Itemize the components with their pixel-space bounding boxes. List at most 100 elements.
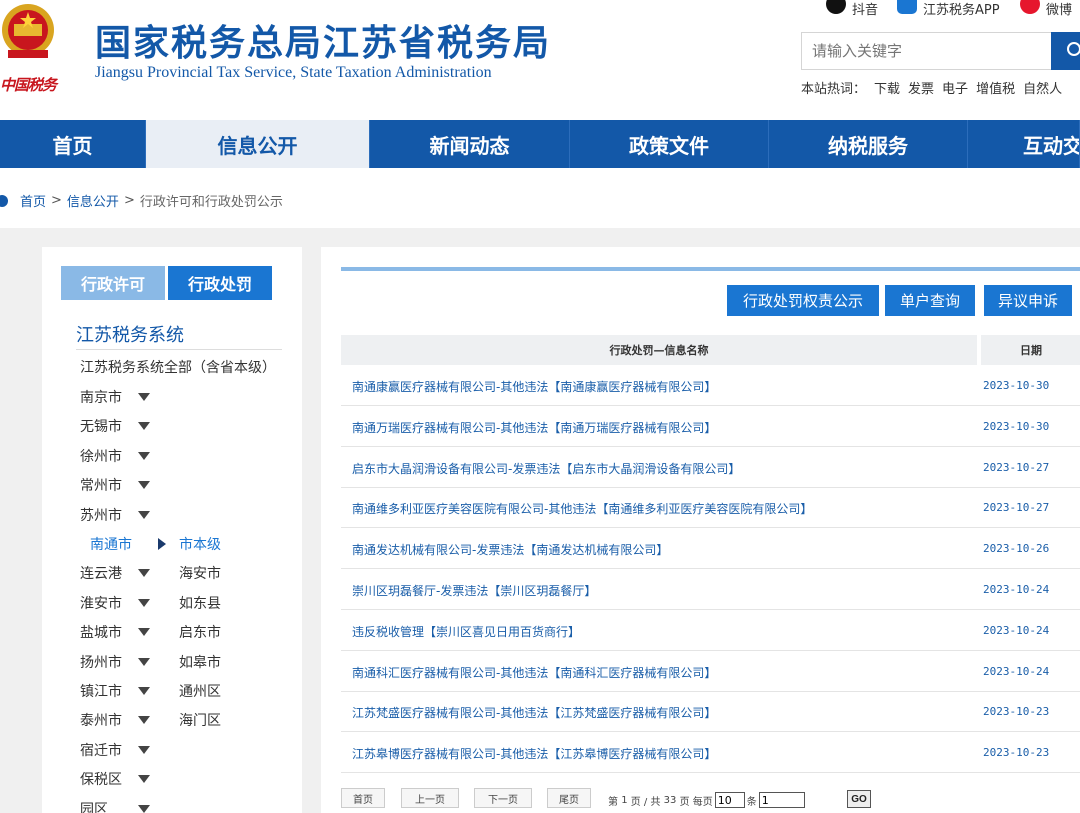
appeal-button[interactable]: 异议申诉: [984, 285, 1072, 316]
sidebar-city-item[interactable]: 宿迁市: [80, 740, 122, 760]
douyin-icon: [826, 0, 846, 14]
penalty-item-link[interactable]: 江苏梵盛医疗器械有限公司-其他违法【江苏梵盛医疗器械有限公司】: [352, 704, 716, 721]
pager-first-button[interactable]: 首页: [341, 788, 385, 808]
hot-words: 本站热词： 下载 发票 电子 增值税 自然人: [801, 78, 1062, 97]
sidebar-city-item[interactable]: 南京市: [80, 387, 122, 407]
single-query-button[interactable]: 单户查询: [885, 285, 975, 316]
sidebar-sub-item[interactable]: 如东县: [179, 593, 221, 613]
search-button[interactable]: [1051, 32, 1080, 70]
sidebar-sub-item[interactable]: 海安市: [179, 563, 221, 583]
site-title[interactable]: 国家税务总局江苏省税务局: [95, 14, 551, 66]
sidebar-sub-item[interactable]: 如皋市: [179, 652, 221, 672]
hot-word[interactable]: 下载: [874, 78, 900, 97]
hot-word[interactable]: 电子: [942, 78, 968, 97]
goto-page-input[interactable]: [758, 792, 805, 808]
caret-down-icon[interactable]: [138, 687, 150, 695]
table-row: 违反税收管理【崇川区喜见日用百货商行】 2023-10-24: [341, 610, 1080, 651]
table-row: 南通万瑞医疗器械有限公司-其他违法【南通万瑞医疗器械有限公司】 2023-10-3…: [341, 406, 1080, 447]
penalty-item-link[interactable]: 南通康赢医疗器械有限公司-其他违法【南通康赢医疗器械有限公司】: [352, 378, 716, 395]
penalty-item-link[interactable]: 崇川区玥磊餐厅-发票违法【崇川区玥磊餐厅】: [352, 582, 596, 599]
weibo-icon: [1020, 0, 1040, 14]
hot-word[interactable]: 发票: [908, 78, 934, 97]
pager-prev-button[interactable]: 上一页: [401, 788, 459, 808]
sidebar-city-item[interactable]: 园区: [80, 799, 108, 813]
nav-home[interactable]: 首页: [0, 120, 146, 168]
penalty-item-link[interactable]: 违反税收管理【崇川区喜见日用百货商行】: [352, 623, 580, 640]
sidebar-city-item[interactable]: 镇江市: [80, 681, 122, 701]
pager-per-page-label: 页 每页: [679, 796, 713, 808]
sidebar-sub-item[interactable]: 海门区: [179, 710, 221, 730]
sidebar-city-item[interactable]: 无锡市: [80, 416, 122, 436]
sidebar-city-item[interactable]: 淮安市: [80, 593, 122, 613]
search-input[interactable]: [801, 32, 1051, 70]
main-panel: 行政处罚权责公示 单户查询 异议申诉 行政处罚—信息名称 日期 南通康赢医疗器械…: [321, 247, 1080, 813]
sidebar-item-all[interactable]: 江苏税务系统全部（含省本级）: [80, 357, 276, 377]
sidebar-sub-item[interactable]: 通州区: [179, 681, 221, 701]
sidebar-city-item[interactable]: 扬州市: [80, 652, 122, 672]
sidebar-city-item[interactable]: 徐州市: [80, 446, 122, 466]
caret-down-icon[interactable]: [138, 745, 150, 754]
penalty-power-list-button[interactable]: 行政处罚权责公示: [727, 285, 879, 316]
breadcrumb: 首页 > 信息公开 > 行政许可和行政处罚公示: [0, 191, 283, 210]
sidebar-city-item[interactable]: 盐城市: [80, 622, 122, 642]
sidebar-sub-item[interactable]: 启东市: [179, 622, 221, 642]
hot-word[interactable]: 增值税: [976, 78, 1015, 97]
caret-down-icon[interactable]: [138, 657, 150, 666]
per-page-input[interactable]: [714, 792, 745, 808]
nav-info-disclosure[interactable]: 信息公开: [146, 120, 370, 168]
caret-down-icon[interactable]: [138, 481, 150, 490]
penalty-item-link[interactable]: 南通发达机械有限公司-发票违法【南通发达机械有限公司】: [352, 541, 668, 558]
table-row: 南通维多利亚医疗美容医院有限公司-其他违法【南通维多利亚医疗美容医院有限公司】 2…: [341, 487, 1080, 529]
sidebar-city-item[interactable]: 苏州市: [80, 505, 122, 525]
sidebar-sub-item[interactable]: 市本级: [179, 534, 221, 554]
nav-tax-service[interactable]: 纳税服务: [769, 120, 968, 168]
sidebar-city-item[interactable]: 泰州市: [80, 710, 122, 730]
caret-down-icon[interactable]: [138, 451, 150, 460]
nav-news[interactable]: 新闻动态: [370, 120, 570, 168]
go-button[interactable]: GO: [847, 790, 871, 808]
weibo-label: 微博: [1046, 2, 1073, 18]
douyin-link[interactable]: 抖音: [826, 0, 878, 18]
tab-admin-penalty[interactable]: 行政处罚: [168, 266, 272, 300]
penalty-item-link[interactable]: 南通科汇医疗器械有限公司-其他违法【南通科汇医疗器械有限公司】: [352, 664, 716, 681]
nav-policy[interactable]: 政策文件: [570, 120, 769, 168]
penalty-item-link[interactable]: 南通维多利亚医疗美容医院有限公司-其他违法【南通维多利亚医疗美容医院有限公司】: [352, 500, 812, 517]
tab-admin-license[interactable]: 行政许可: [61, 266, 165, 300]
pager-info: 第 1 页 / 共 33 页 每页 条: [608, 792, 807, 808]
caret-down-icon[interactable]: [138, 510, 150, 519]
penalty-item-link[interactable]: 江苏皋博医疗器械有限公司-其他违法【江苏皋博医疗器械有限公司】: [352, 745, 716, 762]
hot-word[interactable]: 自然人: [1023, 78, 1062, 97]
sidebar-city-item[interactable]: 南通市: [90, 534, 132, 554]
pager-next-button[interactable]: 下一页: [474, 788, 532, 808]
penalty-item-date: 2023-10-27: [983, 460, 1050, 474]
caret-down-icon[interactable]: [138, 422, 150, 431]
sidebar-city-item[interactable]: 常州市: [80, 475, 122, 495]
nav-interaction[interactable]: 互动交: [968, 120, 1080, 168]
pager-last-button[interactable]: 尾页: [547, 788, 591, 808]
pager-page-mid: 页 / 共: [630, 796, 661, 808]
site-header: 中国税务 国家税务总局江苏省税务局 Jiangsu Provincial Tax…: [0, 0, 1080, 120]
penalty-item-date: 2023-10-26: [983, 542, 1050, 556]
breadcrumb-section[interactable]: 信息公开: [67, 191, 119, 210]
sidebar-city-item[interactable]: 连云港: [80, 563, 122, 583]
breadcrumb-home[interactable]: 首页: [20, 191, 46, 210]
penalty-item-date: 2023-10-27: [983, 501, 1050, 515]
penalty-item-date: 2023-10-23: [983, 705, 1050, 719]
penalty-item-date: 2023-10-30: [983, 379, 1050, 392]
breadcrumb-current: 行政许可和行政处罚公示: [139, 195, 283, 210]
caret-down-icon[interactable]: [138, 804, 150, 813]
caret-down-icon[interactable]: [138, 393, 150, 401]
caret-down-icon[interactable]: [138, 716, 150, 725]
hot-label: 本站热词：: [801, 82, 867, 97]
caret-right-icon[interactable]: [158, 538, 166, 550]
app-link[interactable]: 江苏税务APP: [897, 0, 1000, 18]
weibo-link[interactable]: 微博: [1020, 0, 1073, 18]
caret-down-icon[interactable]: [138, 569, 150, 578]
penalty-item-link[interactable]: 启东市大晶润滑设备有限公司-发票违法【启东市大晶润滑设备有限公司】: [352, 460, 740, 477]
caret-down-icon[interactable]: [138, 628, 150, 637]
penalty-item-link[interactable]: 南通万瑞医疗器械有限公司-其他违法【南通万瑞医疗器械有限公司】: [352, 419, 716, 436]
panel-top-line: [341, 267, 1080, 271]
caret-down-icon[interactable]: [138, 598, 150, 607]
caret-down-icon[interactable]: [138, 775, 150, 784]
sidebar-city-item[interactable]: 保税区: [80, 769, 122, 789]
